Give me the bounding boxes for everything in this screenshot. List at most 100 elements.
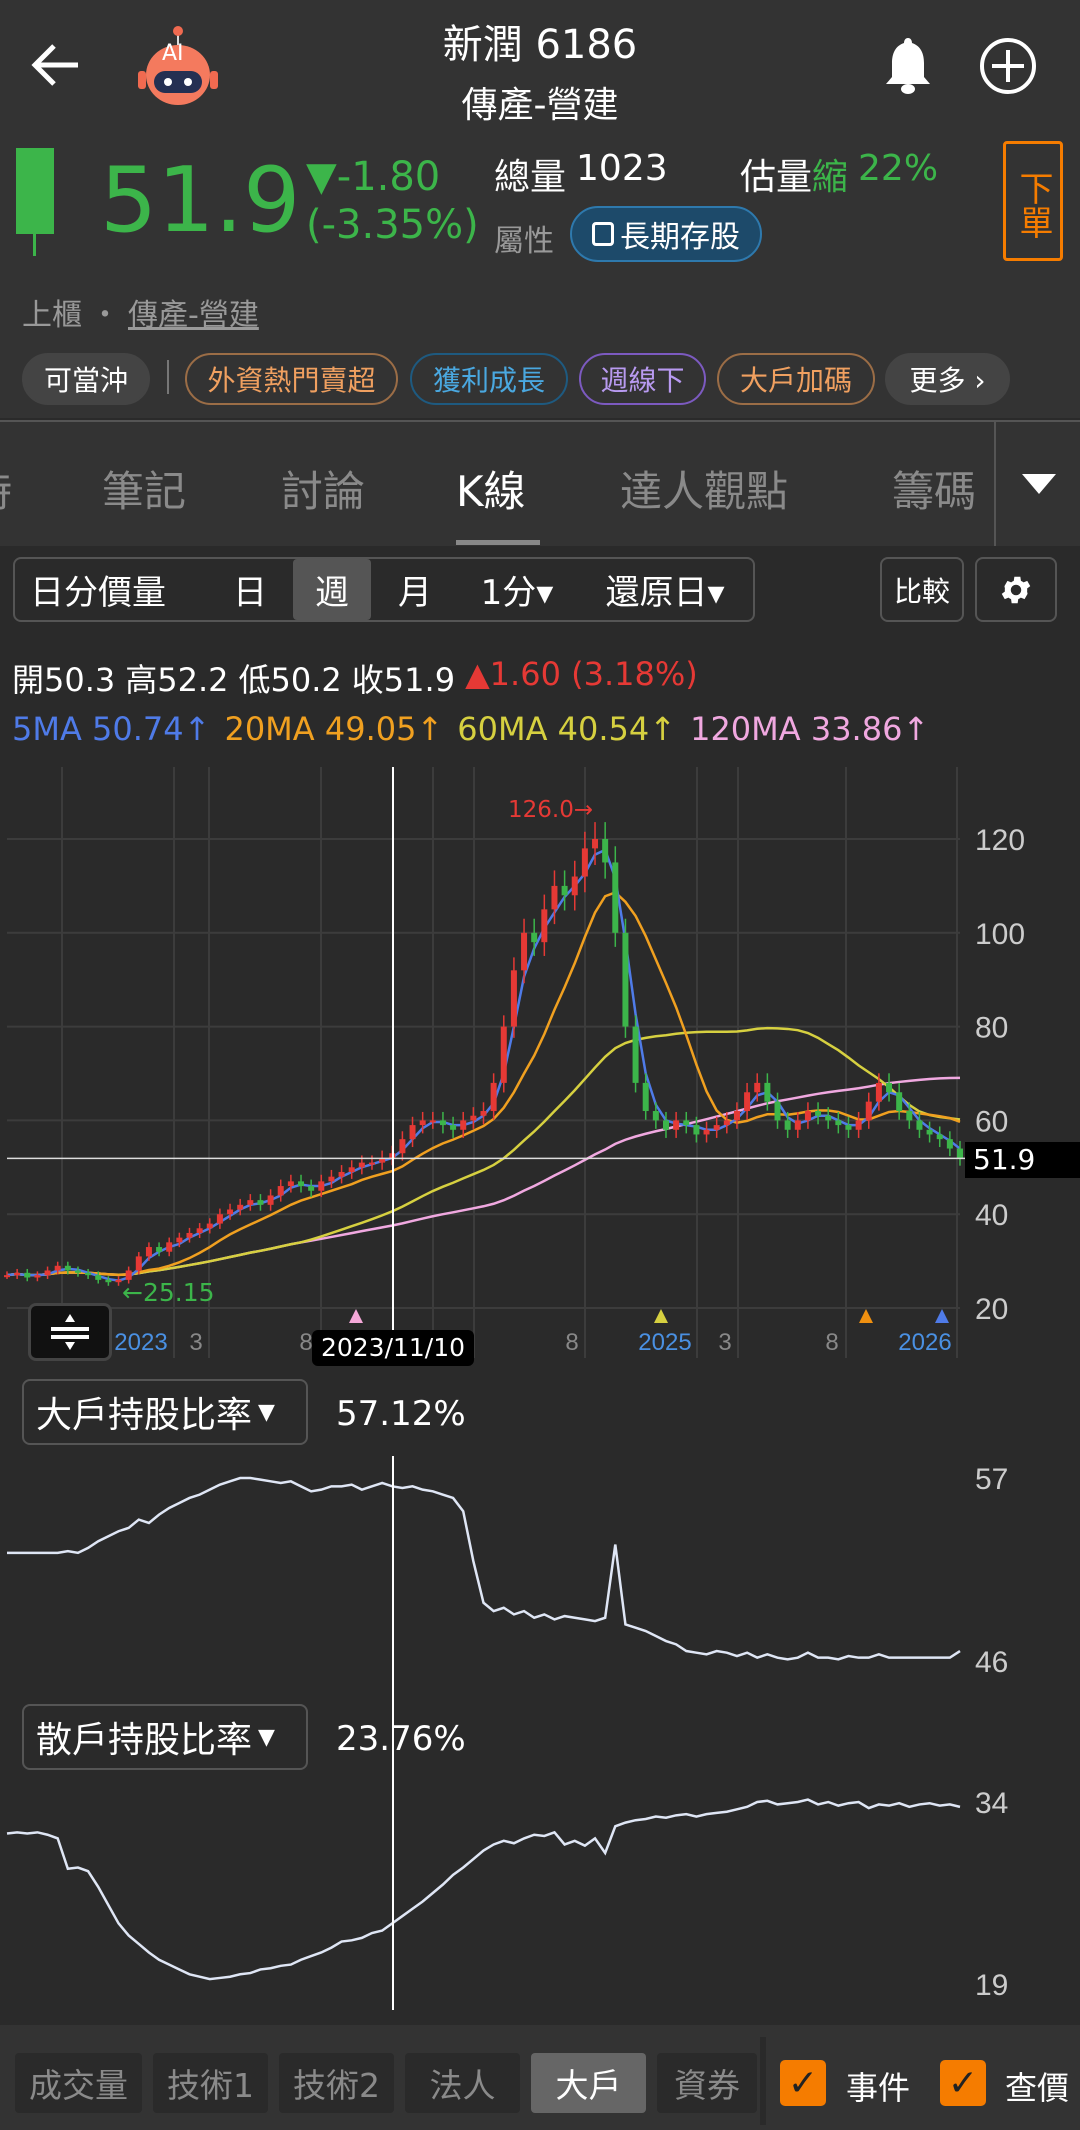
candle-body [592,839,599,849]
indicator-tab-bar: 成交量 技術1 技術2 法人 大戶 資券 ✓ 事件 ✓ 查價 [0,2025,1080,2130]
bottom-tab-tech2[interactable]: 技術2 [279,2053,394,2113]
candle-body [470,1115,477,1121]
candle-body [713,1125,720,1130]
x-tick-label: 2025 [638,1329,691,1356]
candle-body [156,1247,163,1252]
candle-body [764,1082,771,1102]
bottom-tab-big-holder[interactable]: 大戶 [531,2053,646,2113]
candle-body [673,1120,680,1130]
candle-body [825,1115,832,1121]
bottom-tab-institutional[interactable]: 法人 [405,2053,520,2113]
candle-body [946,1139,953,1149]
candle-body [409,1125,416,1140]
candle-body [754,1082,761,1093]
bottom-divider [760,2037,766,2125]
candle-body [85,1272,92,1276]
candle-body [561,885,568,896]
quote-label: 查價 [1005,2069,1070,2107]
event-marker [349,1309,363,1323]
candle-body [247,1200,254,1205]
candle-body [723,1120,730,1126]
y-tick-label: 40 [975,1199,1008,1232]
candle-body [541,909,548,943]
resize-icon [51,1314,89,1350]
candle-body [531,932,538,943]
candle-body [450,1125,457,1130]
candle-body [794,1120,801,1130]
quote-checkbox[interactable]: ✓ [940,2060,986,2106]
candle-body [348,1167,355,1172]
ma5-line [6,848,961,1282]
y-tick-label: 100 [975,918,1025,951]
candle-body [804,1111,811,1121]
candle-body [44,1270,51,1276]
candle-body [4,1275,10,1278]
candle-body [308,1186,315,1191]
chart-resize-handle[interactable] [28,1303,112,1361]
candle-body [460,1120,467,1130]
candle-body [703,1129,710,1135]
candle-body [602,839,609,863]
candle-body [176,1237,183,1243]
retail-holder-line [6,1798,961,1981]
candle-body [105,1279,112,1283]
retail-holder-title: 散戶持股比率 [36,1720,253,1761]
candle-body [865,1101,872,1121]
candle-body [936,1134,943,1140]
crosshair-date: 2023/11/10 [312,1330,474,1366]
y-tick-label: 80 [975,1012,1008,1045]
ma20-line [6,891,961,1277]
candle-body [298,1181,305,1187]
candle-body [338,1171,345,1177]
candle-body [34,1275,41,1278]
candle-body [328,1176,335,1182]
candle-body [368,1162,375,1165]
min-price-label: ←25.15 [122,1278,215,1307]
events-checkbox[interactable]: ✓ [780,2060,826,2106]
candle-body [166,1242,173,1252]
candle-body [186,1232,193,1238]
candle-body [24,1272,31,1278]
candle-body [237,1204,244,1210]
candle-body [267,1195,274,1205]
candle-body [216,1214,223,1224]
candle-body [74,1270,81,1273]
candle-body [419,1120,426,1126]
candle-body [875,1082,882,1102]
y-tick-label: 34 [975,1787,1008,1820]
candle-body [652,1111,659,1121]
candle-body [196,1228,203,1233]
y-tick-label: 19 [975,1969,1008,2002]
candle-body [906,1111,913,1121]
big-holder-indicator-select[interactable]: 大戶持股比率 ▼ [22,1379,308,1445]
y-tick-label: 57 [975,1463,1008,1496]
candle-body [632,1026,639,1083]
candle-body [845,1125,852,1130]
candle-body [815,1111,822,1116]
candle-body [612,862,619,933]
candle-body [662,1120,669,1130]
candle-body [115,1279,122,1283]
bottom-tab-volume[interactable]: 成交量 [15,2053,142,2113]
bottom-tab-tech1[interactable]: 技術1 [153,2053,268,2113]
candle-body [571,876,578,896]
candle-body [135,1256,142,1271]
candle-body [744,1092,751,1112]
y-tick-label: 20 [975,1293,1008,1326]
bottom-tab-margin[interactable]: 資券 [657,2053,757,2113]
caret-down-icon: ▼ [258,1724,275,1750]
candle-body [683,1120,690,1126]
candle-body [490,1082,497,1112]
y-tick-label: 60 [975,1105,1008,1138]
candle-body [206,1223,213,1229]
candle-body [855,1120,862,1130]
retail-holder-indicator-select[interactable]: 散戶持股比率 ▼ [22,1704,308,1770]
candle-body [693,1125,700,1135]
candle-body [926,1129,933,1135]
last-price-tag: 51.9 [965,1142,1080,1178]
candle-body [774,1101,781,1121]
y-tick-label: 120 [975,824,1025,857]
x-tick-label: 3 [189,1329,202,1356]
retail-holder-value: 23.76% [336,1719,466,1759]
candle-body [521,932,528,971]
